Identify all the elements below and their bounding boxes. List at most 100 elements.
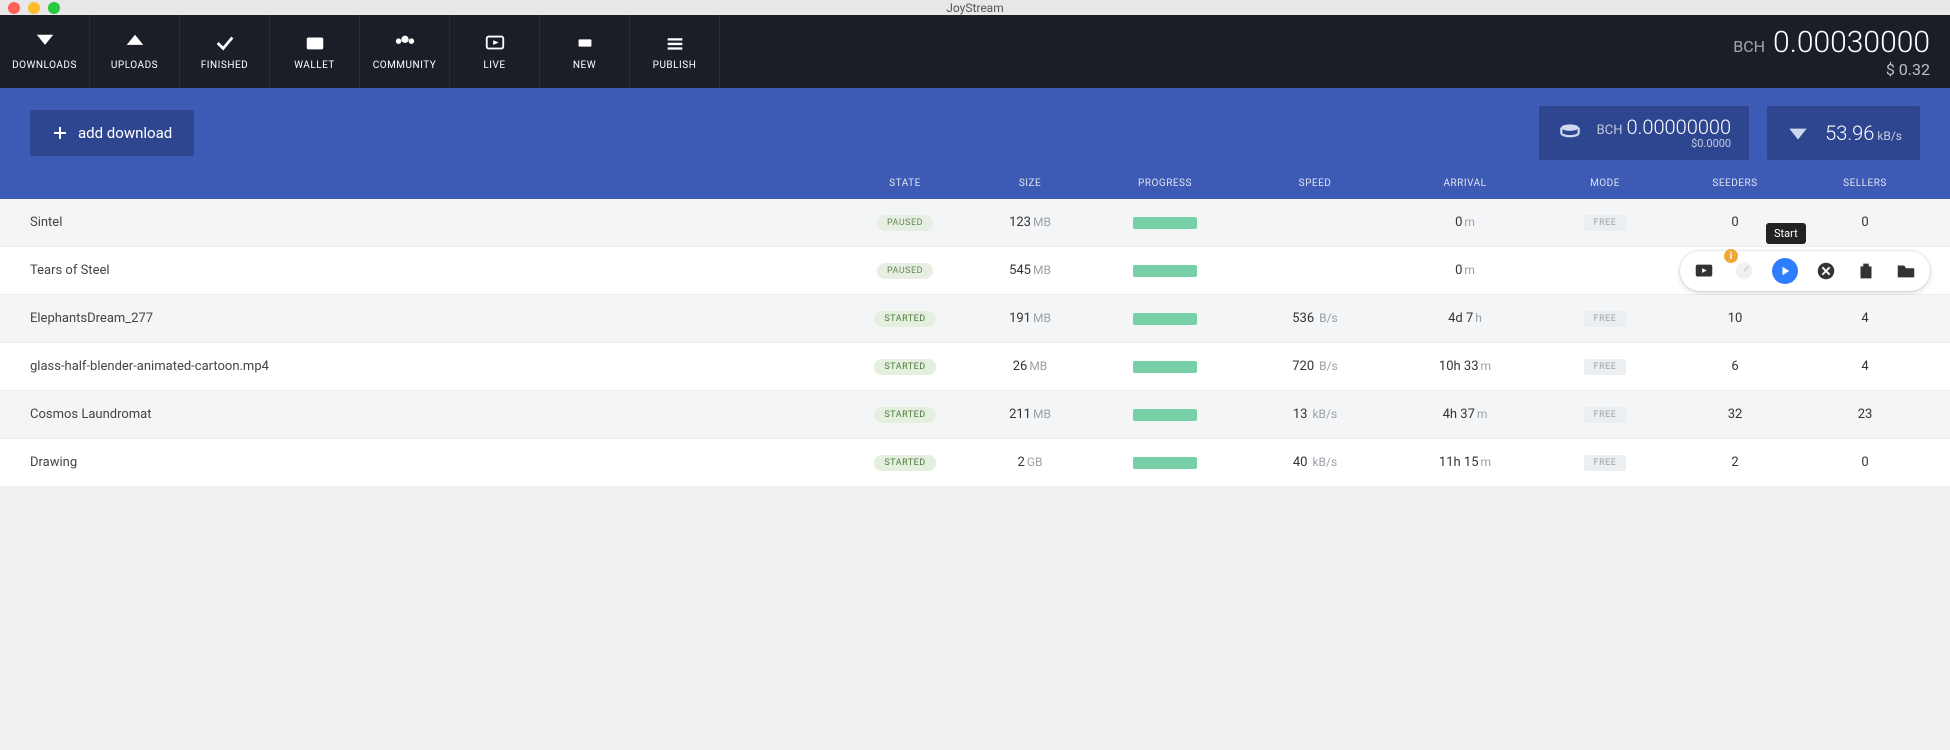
mode-cell: FREE	[1540, 358, 1670, 375]
add-download-label: add download	[78, 124, 172, 142]
table-row[interactable]: glass-half-blender-animated-cartoon.mp4S…	[0, 343, 1950, 391]
nav-tab-finished[interactable]: FINISHED	[180, 15, 270, 88]
seeders-cell: 32	[1670, 407, 1800, 422]
column-header[interactable]: SIZE	[970, 178, 1090, 189]
progress-cell	[1090, 457, 1240, 469]
progress-bar	[1133, 409, 1197, 421]
play-icon	[1779, 265, 1791, 277]
maximize-window-button[interactable]	[48, 2, 60, 14]
progress-cell	[1090, 217, 1240, 229]
stream-button[interactable]	[1692, 259, 1716, 283]
table-row[interactable]: ElephantsDream_277STARTED191MB536 B/s4d …	[0, 295, 1950, 343]
table-row[interactable]: DrawingSTARTED2GB40 kB/s11h 15mFREE20	[0, 439, 1950, 487]
row-actions-popover: Starti	[1680, 251, 1930, 291]
state-badge: STARTED	[874, 455, 935, 471]
nav-tab-label: COMMUNITY	[373, 60, 437, 71]
mode-badge: FREE	[1584, 455, 1627, 471]
community-icon	[394, 32, 416, 54]
table-row[interactable]: Cosmos LaundromatSTARTED211MB13 kB/s4h 3…	[0, 391, 1950, 439]
column-header[interactable]: SELLERS	[1800, 178, 1930, 189]
wallet-balance[interactable]: BCH 0.00030000 $ 0.32	[1733, 15, 1950, 88]
close-window-button[interactable]	[8, 2, 20, 14]
mode-badge: FREE	[1584, 359, 1627, 375]
arrival-cell: 4d 7h	[1390, 311, 1540, 326]
delete-button[interactable]	[1854, 259, 1878, 283]
nav-tab-label: DOWNLOADS	[12, 60, 77, 71]
state-cell: PAUSED	[840, 214, 970, 231]
column-header[interactable]	[0, 178, 840, 189]
state-cell: STARTED	[840, 406, 970, 423]
torrent-name: Cosmos Laundromat	[0, 407, 840, 422]
window-titlebar: JoyStream	[0, 0, 1950, 15]
app-window: JoyStream DOWNLOADS UPLOADS FINISHED WAL…	[0, 0, 1950, 750]
progress-bar	[1133, 313, 1197, 325]
download-icon	[34, 32, 56, 54]
arrival-cell: 11h 15m	[1390, 455, 1540, 470]
state-cell: STARTED	[840, 358, 970, 375]
balance-amount: 0.00030000	[1773, 25, 1930, 60]
pending-spend-chip[interactable]: BCH0.00000000 $0.0000	[1539, 106, 1749, 160]
new-icon	[574, 32, 596, 54]
nav-tab-label: LIVE	[483, 60, 505, 71]
size-cell: 26MB	[970, 359, 1090, 374]
balance-usd: $ 0.32	[1886, 60, 1930, 79]
progress-cell	[1090, 361, 1240, 373]
speed-cell: 13 kB/s	[1240, 407, 1390, 422]
nav-tab-uploads[interactable]: UPLOADS	[90, 15, 180, 88]
torrent-name: Drawing	[0, 455, 840, 470]
nav-tab-publish[interactable]: PUBLISH	[630, 15, 720, 88]
wallet-icon	[304, 32, 326, 54]
seeders-cell: 10	[1670, 311, 1800, 326]
pending-usd: $0.0000	[1691, 138, 1731, 150]
open-folder-button[interactable]	[1894, 259, 1918, 283]
nav-tab-live[interactable]: LIVE	[450, 15, 540, 88]
column-header[interactable]: PROGRESS	[1090, 178, 1240, 189]
column-header[interactable]: SEEDERS	[1670, 178, 1800, 189]
seeders-cell: 2	[1670, 455, 1800, 470]
nav-tab-downloads[interactable]: DOWNLOADS	[0, 15, 90, 88]
torrent-name: ElephantsDream_277	[0, 311, 840, 326]
progress-cell	[1090, 409, 1240, 421]
balance-currency: BCH	[1733, 37, 1765, 56]
size-cell: 545MB	[970, 263, 1090, 278]
state-badge: PAUSED	[877, 263, 933, 279]
size-cell: 211MB	[970, 407, 1090, 422]
column-header[interactable]: STATE	[840, 178, 970, 189]
arrival-cell: 0m	[1390, 263, 1540, 278]
total-speed-value: 53.96	[1825, 121, 1874, 145]
size-cell: 2GB	[970, 455, 1090, 470]
total-speed-chip[interactable]: 53.96kB/s	[1767, 106, 1920, 160]
remove-button[interactable]	[1814, 259, 1838, 283]
table-row[interactable]: Tears of SteelPAUSED545MB0mStarti	[0, 247, 1950, 295]
window-title: JoyStream	[946, 1, 1003, 15]
downloads-table: SintelPAUSED123MB0mFREE00Tears of SteelP…	[0, 199, 1950, 487]
column-header[interactable]: ARRIVAL	[1390, 178, 1540, 189]
mode-cell: FREE	[1540, 406, 1670, 423]
table-header: STATESIZEPROGRESSSPEEDARRIVALMODESEEDERS…	[0, 178, 1950, 199]
column-header[interactable]: MODE	[1540, 178, 1670, 189]
seeders-cell: 6	[1670, 359, 1800, 374]
state-badge: STARTED	[874, 311, 935, 327]
total-speed-unit: kB/s	[1877, 129, 1902, 143]
size-cell: 191MB	[970, 311, 1090, 326]
progress-bar	[1133, 217, 1197, 229]
speed-button[interactable]	[1732, 259, 1756, 283]
add-download-button[interactable]: add download	[30, 110, 194, 156]
nav-tab-new[interactable]: NEW	[540, 15, 630, 88]
sellers-cell: 23	[1800, 407, 1930, 422]
column-header[interactable]: SPEED	[1240, 178, 1390, 189]
table-row[interactable]: SintelPAUSED123MB0mFREE00	[0, 199, 1950, 247]
nav-tab-community[interactable]: COMMUNITY	[360, 15, 450, 88]
progress-cell	[1090, 265, 1240, 277]
sellers-cell: 0	[1800, 455, 1930, 470]
arrival-cell: 10h 33m	[1390, 359, 1540, 374]
play-button[interactable]	[1772, 258, 1798, 284]
mode-cell: FREE	[1540, 214, 1670, 231]
state-cell: PAUSED	[840, 262, 970, 279]
start-tooltip: Start	[1766, 223, 1806, 244]
minimize-window-button[interactable]	[28, 2, 40, 14]
nav-tab-wallet[interactable]: WALLET	[270, 15, 360, 88]
state-cell: STARTED	[840, 310, 970, 327]
pending-amount: 0.00000000	[1626, 115, 1731, 139]
publish-icon	[664, 32, 686, 54]
